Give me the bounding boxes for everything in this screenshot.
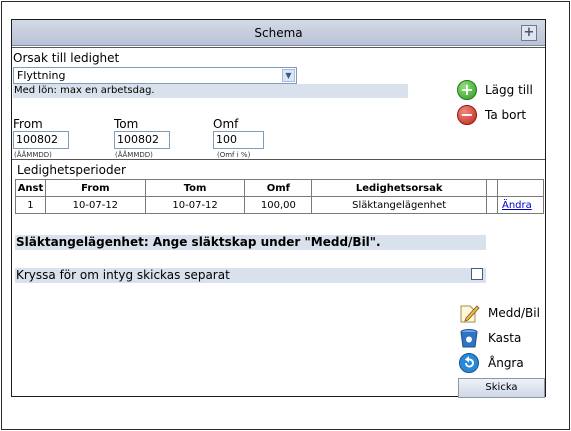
cell-from: 10-07-12 [44, 196, 146, 214]
schedule-panel: Schema + Orsak till ledighet Flyttning ▼… [11, 19, 546, 398]
dropdown-arrow-icon[interactable]: ▼ [282, 69, 295, 82]
cell-reason: Släktangelägenhet [311, 196, 488, 214]
note-pencil-icon [458, 302, 480, 324]
tom-hint: (ÅÅMMDD) [115, 151, 153, 159]
cell-extra [486, 196, 498, 214]
periods-table: Anst From Tom Omf Ledighetsorsak 1 10-07… [15, 179, 545, 214]
remove-button[interactable]: − Ta bort [457, 105, 526, 125]
panel-title-bar: Schema + [12, 20, 545, 46]
from-label: From [13, 117, 43, 131]
divider [12, 159, 545, 160]
remove-icon: − [457, 105, 477, 125]
tom-input[interactable]: 100802 [114, 131, 170, 149]
divider [12, 47, 545, 48]
column-header: Anst [15, 179, 46, 197]
cell-anst: 1 [15, 196, 46, 214]
expand-icon[interactable]: + [521, 25, 537, 41]
certificate-checkbox[interactable] [471, 268, 483, 280]
undo-label: Ångra [488, 356, 524, 370]
add-label: Lägg till [485, 83, 533, 97]
tom-label: Tom [114, 117, 139, 131]
kinship-notice: Släktangelägenhet: Ange släktskap under … [15, 235, 486, 250]
omf-input[interactable]: 100 [213, 131, 264, 149]
omf-label: Omf [213, 117, 239, 131]
reason-info: Med lön: max en arbetsdag. [13, 84, 408, 98]
reason-select-value: Flyttning [17, 69, 66, 82]
reason-select[interactable]: Flyttning ▼ [13, 67, 297, 84]
add-icon: + [457, 80, 477, 100]
table-header-row: Anst From Tom Omf Ledighetsorsak [15, 179, 545, 197]
cell-omf: 100,00 [244, 196, 313, 214]
from-input[interactable]: 100802 [13, 131, 69, 149]
reason-label: Orsak till ledighet [13, 51, 120, 65]
column-header: From [44, 179, 146, 197]
discard-label: Kasta [488, 331, 522, 345]
column-header: Tom [144, 179, 246, 197]
omf-hint: (Omf i %) [217, 151, 251, 159]
message-label: Medd/Bil [488, 306, 540, 320]
undo-button[interactable]: Ångra [458, 352, 524, 374]
undo-icon [458, 352, 480, 374]
column-header: Omf [244, 179, 313, 197]
trash-icon [458, 327, 480, 349]
panel-title: Schema [254, 25, 303, 40]
remove-label: Ta bort [485, 108, 527, 122]
add-button[interactable]: + Lägg till [457, 80, 533, 100]
column-header [486, 179, 498, 197]
from-hint: (ÅÅMMDD) [14, 151, 52, 159]
table-row: 1 10-07-12 10-07-12 100,00 Släktangeläge… [15, 196, 545, 214]
discard-button[interactable]: Kasta [458, 327, 521, 349]
certificate-label: Kryssa för om intyg skickas separat [15, 268, 486, 283]
edit-link[interactable]: Ändra [502, 200, 532, 211]
send-button[interactable]: Skicka [458, 378, 545, 398]
message-button[interactable]: Medd/Bil [458, 302, 540, 324]
periods-title: Ledighetsperioder [17, 163, 126, 177]
cell-tom: 10-07-12 [144, 196, 246, 214]
column-header: Ledighetsorsak [311, 179, 488, 197]
cell-action: Ändra [496, 196, 545, 214]
column-header [496, 179, 545, 197]
